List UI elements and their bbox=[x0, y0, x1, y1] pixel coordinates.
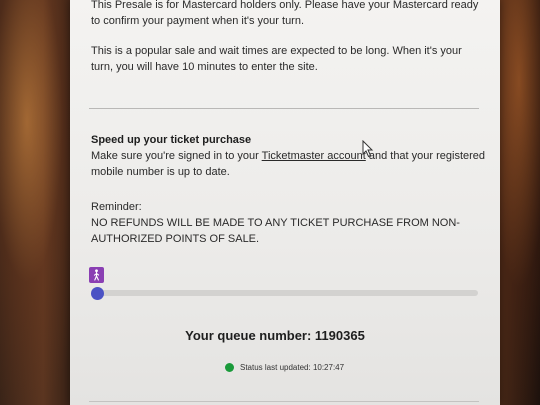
ticketmaster-account-link[interactable]: Ticketmaster account bbox=[262, 150, 366, 162]
divider bbox=[89, 108, 479, 109]
speedup-heading: Speed up your ticket purchase bbox=[91, 134, 252, 146]
status-dot-icon bbox=[225, 363, 234, 372]
presale-info-text: This Presale is for Mastercard holders o… bbox=[91, 0, 479, 27]
reminder-body: NO REFUNDS WILL BE MADE TO ANY TICKET PU… bbox=[91, 217, 460, 245]
speedup-text-before: Make sure you're signed in to your bbox=[91, 150, 262, 162]
queue-panel: This Presale is for Mastercard holders o… bbox=[70, 0, 500, 405]
bottom-divider bbox=[89, 401, 479, 402]
reminder-heading: Reminder: bbox=[91, 201, 142, 213]
walking-person-icon bbox=[89, 267, 104, 283]
status-line: Status last updated: 10:27:47 bbox=[225, 363, 344, 372]
mouse-cursor-icon bbox=[362, 140, 374, 158]
status-text: Status last updated: 10:27:47 bbox=[240, 363, 345, 372]
queue-progress-track bbox=[94, 290, 478, 296]
queue-number: Your queue number: 1190365 bbox=[185, 328, 365, 343]
wait-time-text: This is a popular sale and wait times ar… bbox=[91, 45, 462, 73]
queue-progress-indicator bbox=[91, 287, 104, 300]
speedup-body: Make sure you're signed in to your Ticke… bbox=[91, 148, 486, 180]
